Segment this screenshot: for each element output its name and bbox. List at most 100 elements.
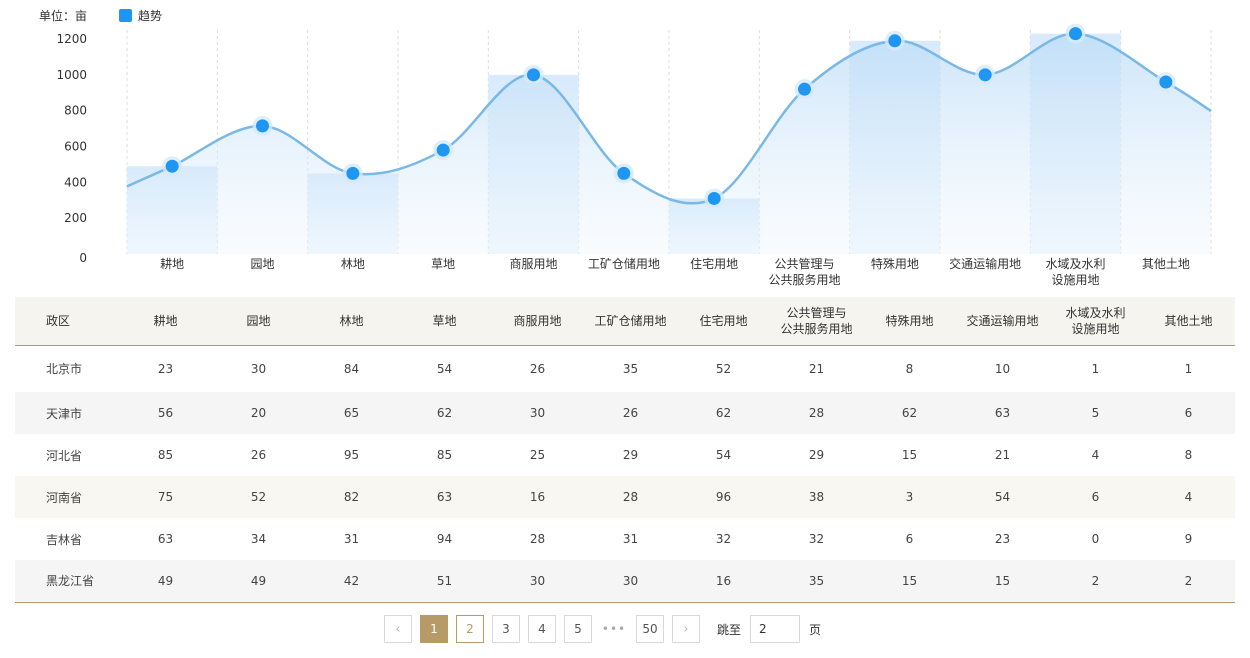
table-header-cell: 商服用地	[491, 297, 584, 346]
value-cell: 6	[1142, 392, 1235, 434]
x-tick-label-line: 水域及水利	[1045, 257, 1105, 271]
page-suffix-label: 页	[809, 622, 822, 637]
value-cell: 63	[157, 532, 174, 546]
value-cell: 23	[994, 532, 1011, 546]
y-tick-label: 400	[64, 175, 87, 189]
data-point	[978, 68, 992, 82]
value-cell: 34	[250, 532, 267, 546]
value-cell: 23	[157, 361, 174, 376]
x-tick-label-line: 交通运输用地	[949, 256, 1021, 271]
value-cell: 52	[715, 361, 732, 376]
table-row: 北京市 23 30 84 54 26 35 52 21 8 10 1 1	[15, 345, 1235, 392]
value-cell: 49	[212, 560, 305, 603]
region-cell: 吉林省	[46, 532, 83, 547]
value-cell: 26	[250, 448, 267, 462]
next-page-button[interactable]: ›	[672, 615, 700, 643]
x-tick-label: 其他土地	[1142, 257, 1190, 271]
value-cell: 1	[1091, 361, 1100, 376]
data-point	[1159, 75, 1173, 89]
value-cell: 63	[398, 476, 491, 518]
value-cell: 28	[770, 392, 863, 434]
x-tick-label: 园地	[250, 257, 274, 271]
table-header-cell: 草地	[398, 297, 491, 346]
x-tick-label: 交通运输用地	[949, 256, 1021, 271]
value-cell: 20	[212, 392, 305, 434]
value-cell: 6	[905, 532, 914, 546]
region-cell: 河北省	[46, 448, 83, 463]
value-cell: 32	[715, 532, 732, 546]
table-header-cell: 住宅用地	[677, 297, 770, 346]
value-cell: 62	[398, 392, 491, 434]
value-cell: 3	[863, 476, 956, 518]
value-cell: 16	[491, 476, 584, 518]
table-header-cell: 水域及水利 设施用地	[1049, 297, 1142, 346]
x-tick-label-line: 其他土地	[1142, 257, 1190, 271]
x-tick-label-line: 住宅用地	[690, 256, 738, 271]
x-tick-label-line: 设施用地	[1051, 273, 1099, 287]
pagination-ellipsis[interactable]: •••	[600, 615, 628, 643]
x-tick-label-line: 工矿仓储用地	[588, 256, 660, 271]
table-row: 河南省 75 52 82 63 16 28 96 38 3 54 6 4	[15, 476, 1235, 518]
table-header-cell: 交通运输用地	[956, 297, 1049, 346]
value-cell: 25	[529, 448, 546, 462]
table-row: 河北省 85 26 95 85 25 29 54 29 15 21 4 8	[15, 434, 1235, 476]
data-table: 政区 耕地 园地 林地 草地 商服用地 工矿仓储用地 住宅用地 公共管理与 公共服务用地 特殊用地…	[15, 297, 1235, 603]
data-point	[165, 159, 179, 173]
x-tick-label-line: 特殊用地	[871, 256, 919, 271]
table-row: 吉林省 63 34 31 94 28 31 32 32 6 23 0 9	[15, 518, 1235, 560]
page-button-5[interactable]: 5	[564, 615, 592, 643]
chart-area: 单位：亩 趋势 0 200 400 600 800 1000 1200 耕地 园地 林地 草地 商服…	[0, 0, 1250, 296]
value-cell: 16	[677, 560, 770, 603]
value-cell: 4	[1142, 476, 1235, 518]
value-cell: 15	[901, 448, 918, 462]
data-point	[346, 166, 360, 180]
value-cell: 21	[808, 361, 825, 376]
table-header-cell: 特殊用地	[863, 297, 956, 346]
y-tick-label: 0	[79, 251, 87, 265]
value-cell: 84	[343, 361, 360, 376]
value-cell: 30	[491, 560, 584, 603]
value-cell: 35	[622, 361, 639, 376]
region-cell: 天津市	[15, 392, 119, 434]
table-header-cell: 公共管理与 公共服务用地	[770, 297, 863, 346]
jump-page-input[interactable]	[750, 615, 801, 643]
value-cell: 29	[622, 448, 639, 462]
value-cell: 26	[584, 392, 677, 434]
value-cell: 54	[956, 476, 1049, 518]
page-button-3[interactable]: 3	[492, 615, 520, 643]
page-button-4[interactable]: 4	[528, 615, 556, 643]
y-tick-label: 200	[64, 211, 87, 225]
value-cell: 35	[770, 560, 863, 603]
data-point	[798, 82, 811, 96]
value-cell: 85	[157, 448, 174, 462]
value-cell: 21	[994, 448, 1011, 462]
value-cell: 30	[584, 560, 677, 603]
page-button-1[interactable]: 1	[420, 615, 448, 643]
data-point	[527, 68, 540, 82]
pagination: ‹ 1 2 3 4 5 ••• 50 › 跳至 页	[384, 615, 821, 643]
trend-chart: 0 200 400 600 800 1000 1200 耕地 园地 林地 草地 商服用地 工矿仓储用地…	[56, 23, 1212, 287]
table-row: 黑龙江省 49 49 42 51 30 30 16 35 15 15 2 2	[15, 560, 1235, 603]
value-cell: 56	[119, 392, 212, 434]
value-cell: 31	[622, 532, 639, 546]
data-point	[1069, 27, 1082, 41]
region-cell: 河南省	[15, 476, 119, 518]
value-cell: 28	[584, 476, 677, 518]
table-body: 北京市 23 30 84 54 26 35 52 21 8 10 1 1 天津市 56 20 65 62 30 26 6…	[15, 345, 1235, 603]
data-point	[436, 143, 450, 157]
value-cell: 96	[677, 476, 770, 518]
page-button-2[interactable]: 2	[456, 615, 484, 643]
table-header-cell: 园地	[212, 297, 305, 346]
table-header-cell: 其他土地	[1142, 297, 1235, 346]
value-cell: 62	[677, 392, 770, 434]
value-cell: 4	[1091, 448, 1100, 462]
value-cell: 30	[491, 392, 584, 434]
value-cell: 28	[529, 532, 546, 546]
value-cell: 42	[305, 560, 398, 603]
prev-page-button[interactable]: ‹	[384, 615, 412, 643]
value-cell: 29	[808, 448, 825, 462]
x-tick-label: 林地	[341, 257, 365, 271]
value-cell: 65	[305, 392, 398, 434]
page-button-last[interactable]: 50	[636, 615, 664, 643]
x-tick-label-line: 公共管理与	[774, 256, 834, 271]
